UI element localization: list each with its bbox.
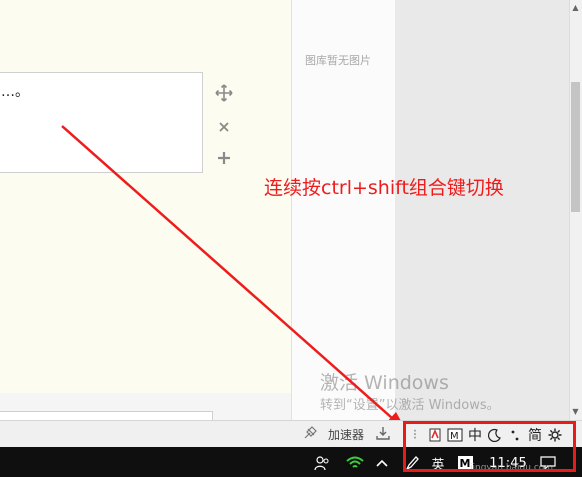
download-icon[interactable] (376, 426, 390, 440)
plus-icon[interactable] (213, 147, 235, 169)
ime-settings-icon[interactable] (547, 426, 563, 444)
ime-toolbar: ⁝ M 中 简 ⁝ (407, 423, 582, 447)
annotation-text: 连续按ctrl+shift组合键切换 (264, 177, 504, 199)
ime-handle-icon[interactable]: ⁝ (407, 426, 423, 444)
svg-text:M: M (450, 431, 459, 442)
ime-skin-icon[interactable] (427, 426, 443, 444)
ime-more-icon[interactable]: ⁝ (567, 426, 582, 444)
scroll-down-arrow[interactable]: ▼ (570, 407, 581, 416)
close-icon[interactable] (213, 116, 235, 138)
scroll-thumb[interactable] (571, 82, 580, 212)
editor-canvas (0, 0, 291, 393)
pen-icon[interactable] (403, 453, 421, 473)
image-library-empty-text: 图库暂无图片 (305, 54, 371, 67)
site-watermark: jingyan.baidu.com (470, 463, 554, 473)
move-icon[interactable] (213, 82, 235, 104)
ime-moon-icon[interactable] (487, 426, 503, 444)
scroll-up-arrow[interactable]: ▲ (570, 3, 581, 12)
text-box-content: …。 (1, 84, 29, 100)
activate-windows-subtitle: 转到“设置”以激活 Windows。 (320, 398, 500, 413)
taskbar-language-indicator[interactable]: 英 (428, 453, 448, 473)
text-box[interactable]: …。 (0, 72, 203, 173)
chevron-up-icon[interactable] (372, 453, 392, 473)
ime-simplified-mode[interactable]: 简 (527, 426, 543, 444)
accelerator-icon[interactable] (303, 426, 317, 440)
accelerator-label[interactable]: 加速器 (328, 426, 364, 443)
ime-logo-icon[interactable]: M (447, 426, 463, 444)
ime-chinese-mode[interactable]: 中 (467, 426, 483, 444)
side-background (395, 0, 569, 420)
ime-punctuation-icon[interactable] (507, 426, 523, 444)
people-icon[interactable] (312, 453, 332, 473)
wifi-icon[interactable] (344, 453, 366, 473)
activate-windows-title: 激活 Windows (320, 372, 449, 394)
